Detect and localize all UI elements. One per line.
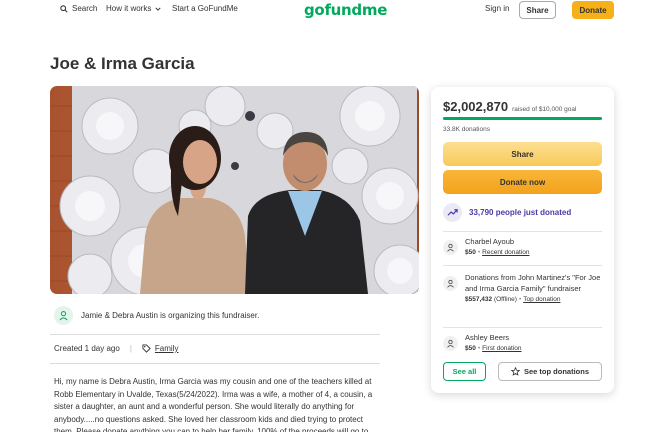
see-top-donations-button[interactable]: See top donations: [498, 362, 602, 381]
see-all-button[interactable]: See all: [443, 362, 486, 381]
gofundme-logo[interactable]: gofundme: [304, 1, 387, 19]
start-gofundme-label: Start a GoFundMe: [172, 4, 238, 13]
signin-link[interactable]: Sign in: [485, 4, 509, 13]
donor-status: (Offline): [493, 296, 517, 303]
share-button[interactable]: Share: [443, 142, 602, 166]
donor-amount: $557,432: [465, 296, 493, 303]
divider: [443, 327, 602, 328]
donor-name: Ashley Beers: [465, 333, 510, 342]
campaign-title: Joe & Irma Garcia: [50, 54, 195, 73]
category-link[interactable]: Family: [142, 344, 179, 353]
donor-details: $557,432 (Offline) • Top donation: [465, 296, 561, 303]
divider: [50, 334, 380, 335]
donor-icon: [443, 276, 458, 291]
donor-item: Ashley Beers $50 • First donation: [443, 332, 522, 352]
donation-card: $2,002,870 raised of $10,000 goal 33.8K …: [431, 87, 614, 393]
donations-count: 33.8K donations: [443, 126, 490, 133]
progress-fill: [443, 117, 602, 120]
top-nav: Search How it works Start a GoFundMe gof…: [0, 0, 650, 22]
donor-name: Charbel Ayoub: [465, 237, 515, 246]
recent-activity-text: 33,790 people just donated: [469, 208, 572, 217]
donor-note[interactable]: Top donation: [523, 296, 560, 303]
campaign-meta: Created 1 day ago | Family: [54, 344, 178, 353]
donor-icon: [443, 240, 458, 255]
donor-icon: [443, 336, 458, 351]
organizer-text: Jamie & Debra Austin is organizing this …: [81, 311, 260, 320]
created-text: Created 1 day ago: [54, 344, 120, 353]
divider: [50, 363, 380, 364]
goal-text: raised of $10,000 goal: [512, 106, 577, 113]
raised-amount: $2,002,870: [443, 99, 509, 114]
donor-note[interactable]: Recent donation: [482, 249, 529, 256]
search-label: Search: [72, 4, 98, 13]
donor-amount: $50: [465, 345, 476, 352]
campaign-story: Hi, my name is Debra Austin, Irma Garcia…: [54, 377, 373, 432]
tag-icon: [142, 344, 151, 353]
donor-item: Donations from John Martinez's "For Joe …: [443, 272, 602, 303]
donor-item: Charbel Ayoub $50 • Recent donation: [443, 236, 529, 256]
see-top-donations-label: See top donations: [523, 367, 589, 376]
star-icon: [510, 367, 520, 376]
donor-amount: $50: [465, 249, 476, 256]
recent-activity: 33,790 people just donated: [443, 203, 571, 222]
category-label: Family: [154, 344, 179, 353]
donate-button-header[interactable]: Donate: [572, 1, 614, 19]
meta-separator: |: [129, 344, 132, 353]
donor-name: Donations from John Martinez's "For Joe …: [465, 273, 601, 293]
how-it-works-menu[interactable]: How it works: [106, 4, 161, 13]
campaign-photo: [50, 86, 419, 294]
progress-bar: [443, 117, 602, 120]
donor-details: $50 • First donation: [465, 345, 522, 352]
divider: [443, 231, 602, 232]
divider: [443, 265, 602, 266]
start-gofundme-link[interactable]: Start a GoFundMe: [172, 4, 238, 13]
share-button-header[interactable]: Share: [519, 1, 556, 19]
organizer-row: Jamie & Debra Austin is organizing this …: [54, 306, 259, 325]
donor-note[interactable]: First donation: [482, 345, 521, 352]
donor-details: $50 • Recent donation: [465, 249, 530, 256]
organizer-avatar: [54, 306, 73, 325]
how-it-works-label: How it works: [106, 4, 152, 13]
trending-icon: [443, 203, 462, 222]
search-icon: [60, 4, 68, 13]
donate-now-button[interactable]: Donate now: [443, 170, 602, 194]
chevron-down-icon: [155, 7, 161, 11]
amount-row: $2,002,870 raised of $10,000 goal: [443, 99, 576, 114]
person-icon: [59, 311, 68, 321]
campaign-photo-image: [50, 86, 419, 294]
search-link[interactable]: Search: [60, 4, 97, 13]
